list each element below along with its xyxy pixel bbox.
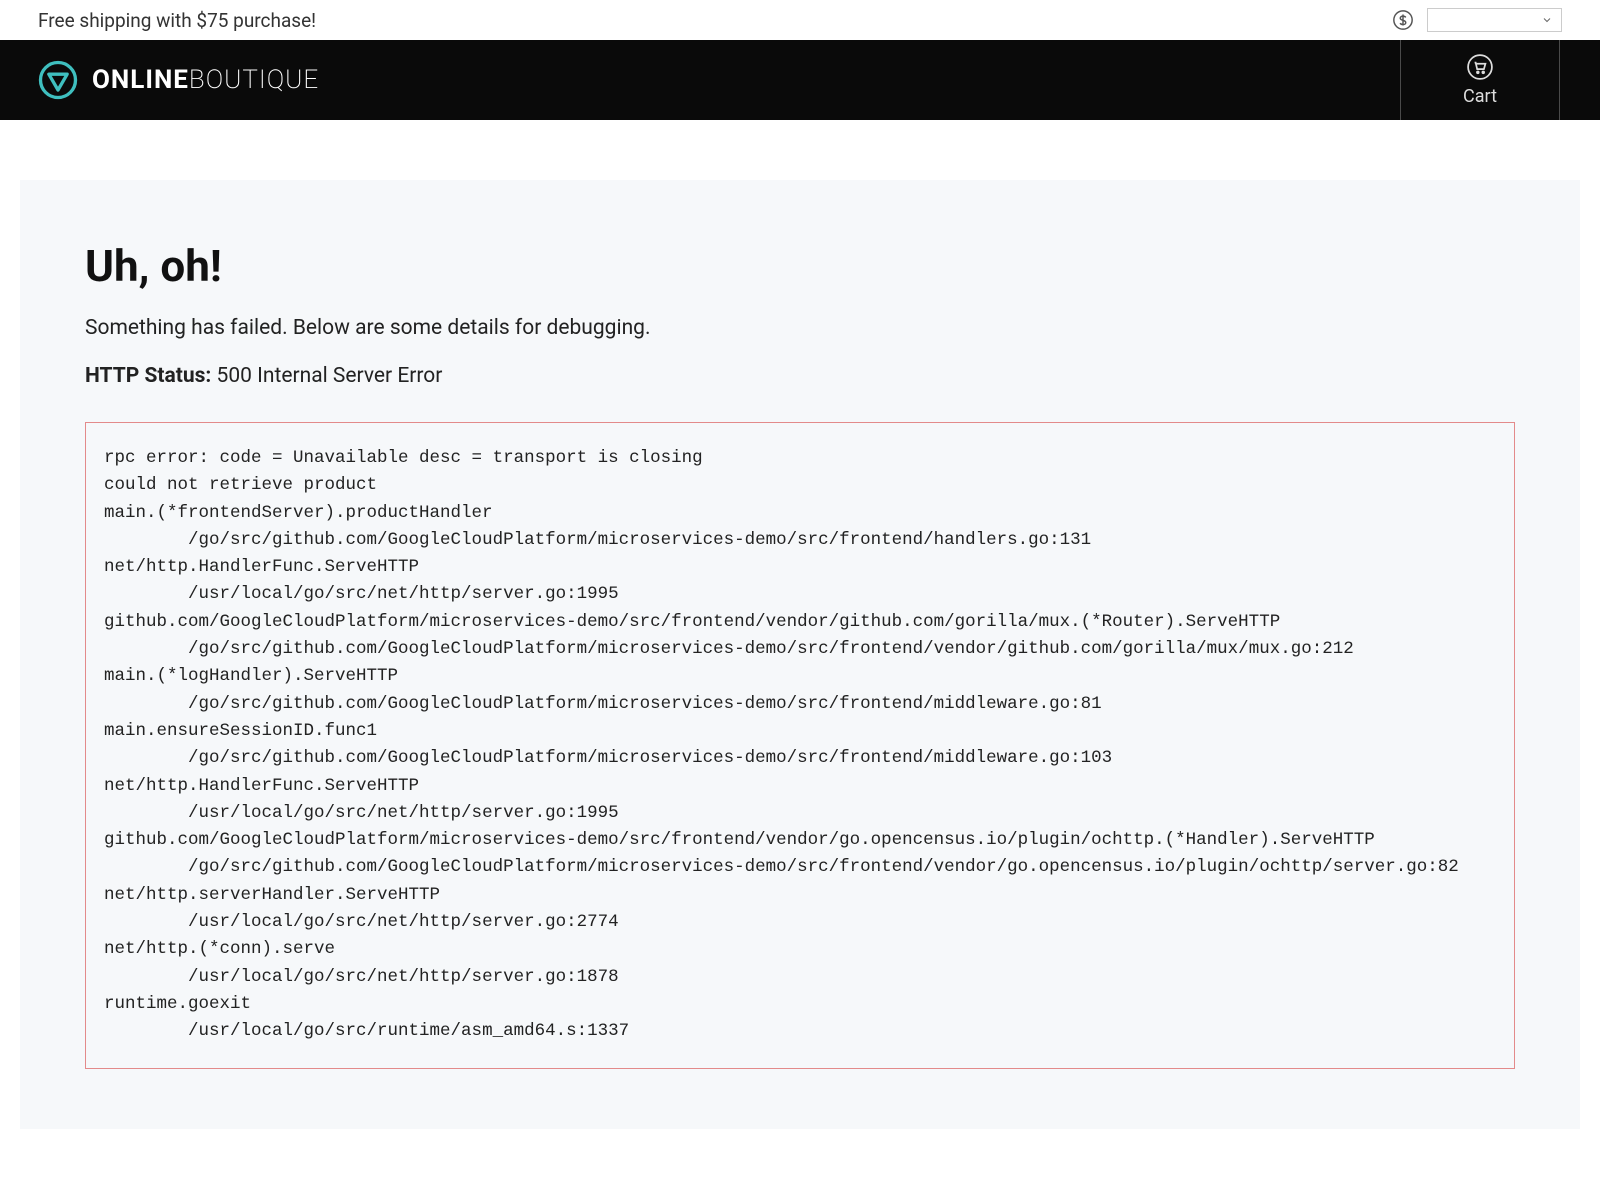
content: Uh, oh! Something has failed. Below are … (0, 120, 1600, 1169)
http-status-label: HTTP Status: (85, 364, 211, 388)
http-status-value: 500 Internal Server Error (217, 364, 443, 388)
brand-thin: BOUTIQUE (189, 65, 319, 95)
currency-select[interactable] (1427, 8, 1562, 32)
error-panel: Uh, oh! Something has failed. Below are … (20, 180, 1580, 1129)
brand-bold: ONLINE (92, 65, 189, 95)
currency-icon (1391, 8, 1415, 32)
navbar-spacer (319, 40, 1400, 120)
error-subtitle: Something has failed. Below are some det… (85, 316, 1515, 340)
http-status-line: HTTP Status: 500 Internal Server Error (85, 364, 1515, 388)
cart-label: Cart (1463, 86, 1497, 107)
promo-text: Free shipping with $75 purchase! (38, 9, 316, 32)
brand-link[interactable]: ONLINEBOUTIQUE (38, 40, 319, 120)
error-title: Uh, oh! (85, 240, 1515, 292)
top-bar: Free shipping with $75 purchase! (0, 0, 1600, 40)
cart-link[interactable]: Cart (1400, 40, 1560, 120)
navbar: ONLINEBOUTIQUE Cart (0, 40, 1600, 120)
brand-logo-icon (38, 60, 78, 100)
brand-text: ONLINEBOUTIQUE (92, 65, 319, 95)
cart-icon (1467, 54, 1493, 80)
stacktrace: rpc error: code = Unavailable desc = tra… (85, 422, 1515, 1069)
top-bar-right (1391, 8, 1562, 32)
